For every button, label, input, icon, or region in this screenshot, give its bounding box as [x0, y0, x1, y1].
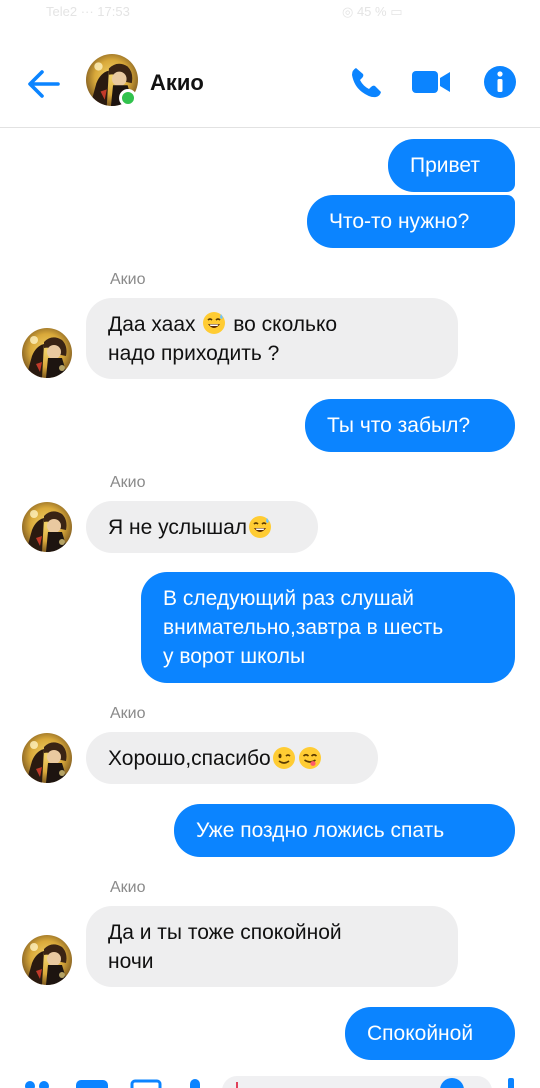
message-text: Я не услышал: [108, 515, 248, 539]
message-text-line: надо приходить ?: [108, 341, 280, 365]
sender-name: Акио: [110, 271, 146, 288]
composer-bar: [0, 1070, 540, 1088]
message-text-part: Даа хаах: [108, 312, 196, 336]
yum-face-emoji-icon: [298, 746, 322, 770]
contact-avatar[interactable]: [86, 54, 138, 107]
grinning-sweat-emoji-icon: [248, 515, 272, 539]
message-bubble-outgoing[interactable]: Ты что забыл?: [305, 399, 515, 452]
call-button[interactable]: [346, 62, 386, 102]
message-bubble-outgoing[interactable]: Привет: [388, 139, 515, 192]
message-text: Хорошо,спасибо: [108, 746, 271, 770]
message-text: Да и ты тоже спокойной ночи: [108, 918, 342, 976]
message-bubble-outgoing[interactable]: Что-то нужно?: [307, 195, 515, 248]
avatar[interactable]: [22, 502, 72, 552]
video-camera-icon: [412, 71, 450, 93]
message-text: Что-то нужно?: [329, 210, 470, 233]
chat-header: Акио: [0, 38, 540, 128]
back-button[interactable]: [24, 64, 64, 104]
sender-name: Акио: [110, 474, 146, 491]
avatar[interactable]: [22, 733, 72, 783]
avatar[interactable]: [22, 935, 72, 985]
message-text: Спокойной: [367, 1022, 474, 1045]
message-text: Привет: [410, 154, 481, 177]
message-text-part: во сколько: [227, 312, 338, 336]
grinning-sweat-emoji-icon: [202, 311, 226, 335]
message-bubble-outgoing[interactable]: В следующий раз слушай внимательно,завтр…: [141, 572, 515, 683]
message-text-line: внимательно,завтра в шесть: [163, 616, 444, 639]
message-bubble-incoming[interactable]: Хорошо,спасибо: [86, 732, 378, 784]
message-text-line: Да и ты тоже спокойной: [108, 920, 342, 944]
info-button[interactable]: [480, 62, 520, 102]
avatar[interactable]: [22, 328, 72, 378]
arrow-left-icon: [28, 70, 60, 98]
mic-icon[interactable]: [190, 1079, 200, 1088]
message-bubble-outgoing[interactable]: Уже поздно ложись спать: [174, 804, 515, 857]
like-icon[interactable]: [508, 1078, 514, 1088]
message-bubble-incoming[interactable]: Даа хаах во сколько надо приходить ?: [86, 298, 458, 379]
contact-name[interactable]: Акио: [150, 70, 204, 96]
message-text: Уже поздно ложись спать: [196, 819, 445, 842]
image-icon[interactable]: [130, 1079, 162, 1088]
info-icon: [484, 66, 516, 98]
video-call-button[interactable]: [410, 62, 450, 102]
status-bar-left: Tele2 ··· 17:53: [46, 4, 130, 19]
phone-icon: [352, 68, 381, 98]
message-text-line: В следующий раз слушай: [163, 587, 414, 610]
message-text-line: у ворот школы: [163, 645, 306, 668]
message-text: Ты что забыл?: [327, 414, 471, 437]
sender-name: Акио: [110, 705, 146, 722]
sender-name: Акио: [110, 879, 146, 896]
status-bar-right: ◎ 45 % ▭: [342, 4, 403, 19]
message-text: Даа хаах во сколько надо приходить ?: [108, 310, 337, 368]
message-text: В следующий раз слушай внимательно,завтр…: [163, 584, 443, 671]
message-bubble-incoming[interactable]: Я не услышал: [86, 501, 318, 553]
message-text-line: ночи: [108, 949, 154, 973]
status-bar: Tele2 ··· 17:53 ◎ 45 % ▭: [0, 0, 540, 28]
online-status-dot: [119, 89, 137, 107]
message-bubble-outgoing[interactable]: Спокойной: [345, 1007, 515, 1060]
winking-face-emoji-icon: [272, 746, 296, 770]
camera-icon[interactable]: [76, 1080, 108, 1088]
message-bubble-incoming[interactable]: Да и ты тоже спокойной ночи: [86, 906, 458, 987]
more-icon[interactable]: [25, 1081, 49, 1088]
